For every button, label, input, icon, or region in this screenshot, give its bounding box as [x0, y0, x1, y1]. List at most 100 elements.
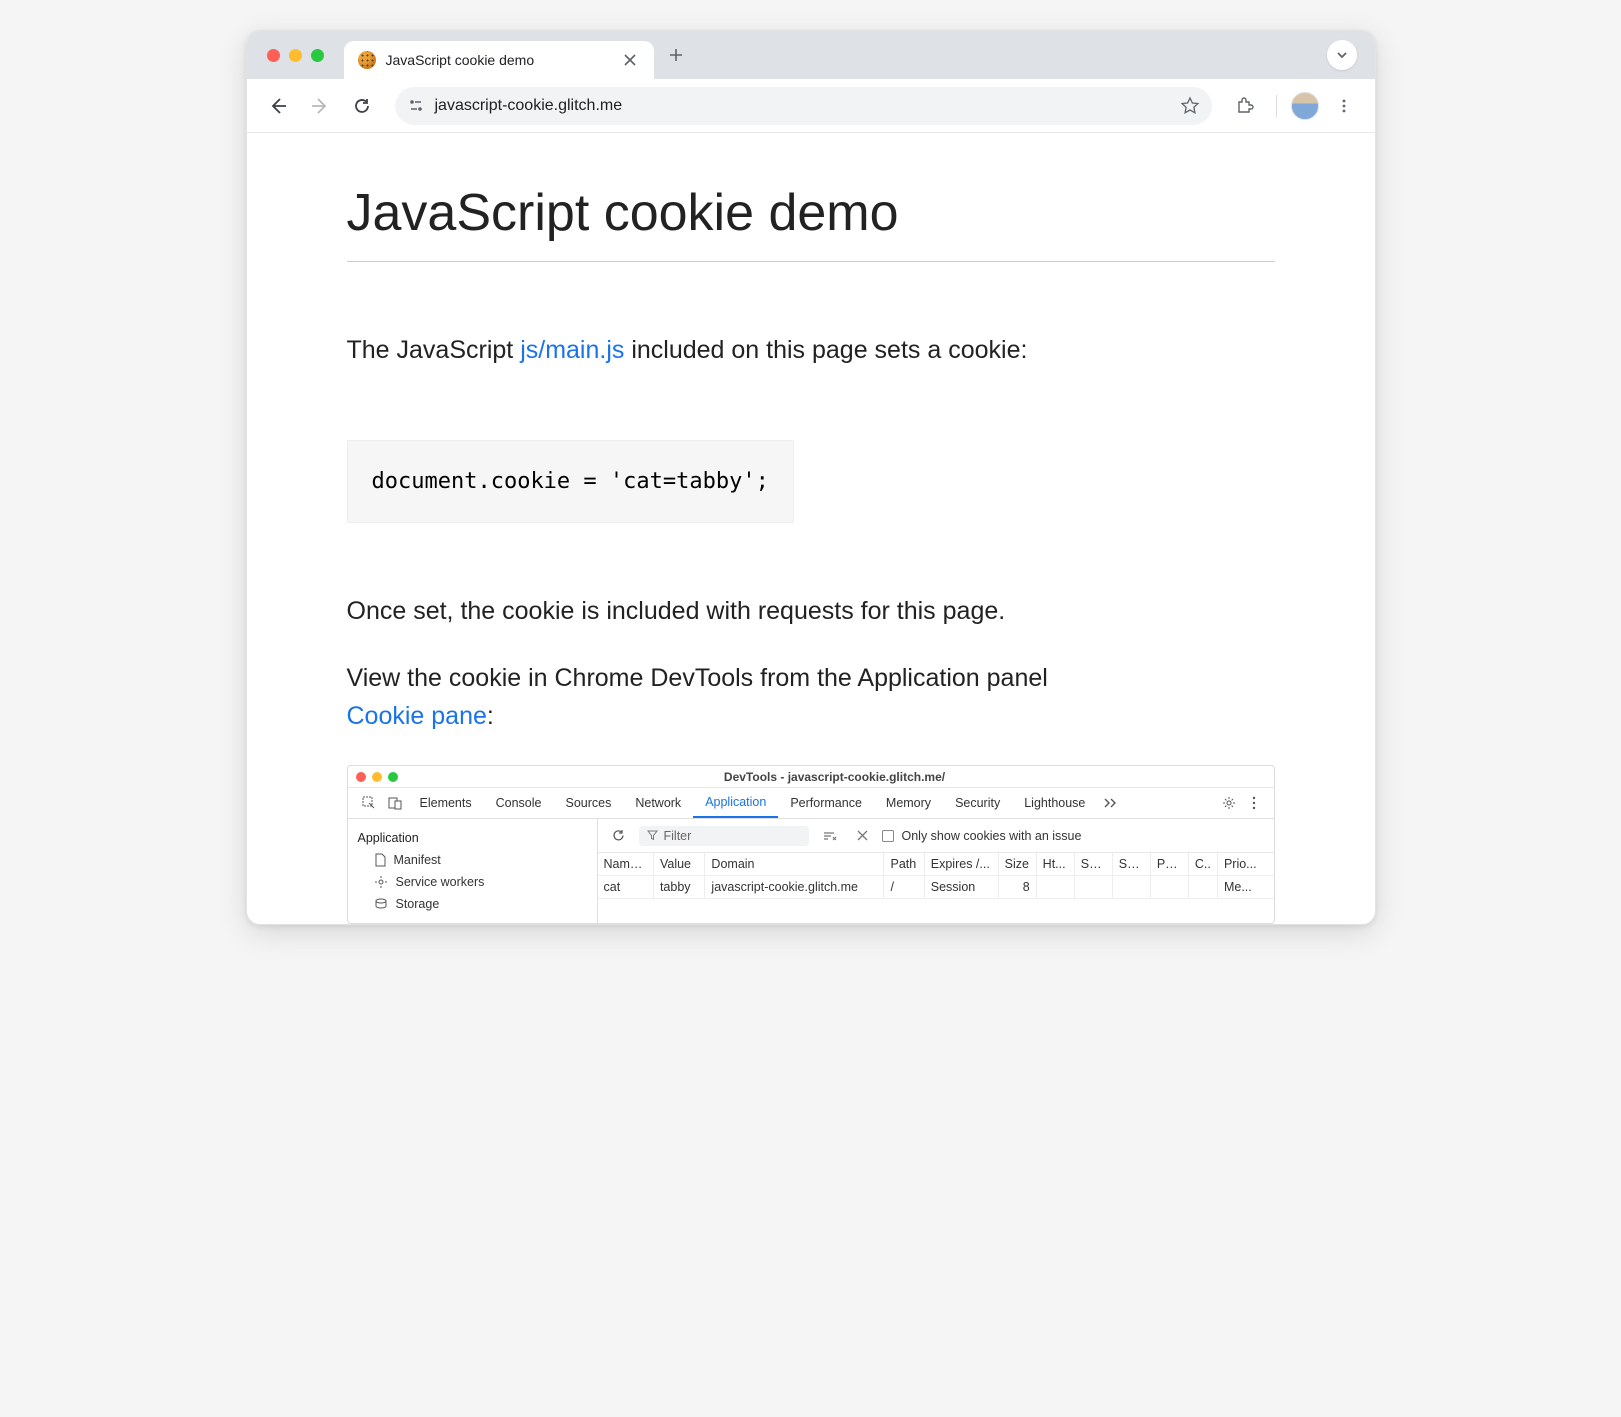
code-block: document.cookie = 'cat=tabby'; [347, 440, 794, 523]
col-value[interactable]: Value [653, 853, 704, 876]
sidebar-heading: Application [348, 827, 597, 849]
devtools-close-dot[interactable] [356, 772, 366, 782]
dots-vertical-icon [1336, 98, 1352, 114]
devtools-body: Application Manifest Service workers Sto… [348, 819, 1274, 923]
filter-placeholder: Filter [664, 829, 692, 843]
only-issues-label: Only show cookies with an issue [902, 829, 1082, 843]
gear-icon [374, 875, 388, 889]
tab-elements[interactable]: Elements [408, 789, 484, 817]
tab-network[interactable]: Network [623, 789, 693, 817]
paragraph-3: View the cookie in Chrome DevTools from … [347, 660, 1275, 735]
col-secure[interactable]: Se... [1074, 853, 1112, 876]
inspect-icon[interactable] [356, 790, 382, 816]
tab-security[interactable]: Security [943, 789, 1012, 817]
col-httponly[interactable]: Ht... [1036, 853, 1074, 876]
para3-pre: View the cookie in Chrome DevTools from … [347, 664, 1048, 692]
cell-value: tabby [653, 876, 704, 899]
tab-memory[interactable]: Memory [874, 789, 943, 817]
col-domain[interactable]: Domain [705, 853, 884, 876]
browser-window: JavaScript cookie demo javascript-cookie… [246, 30, 1376, 925]
back-button[interactable] [261, 89, 295, 123]
url-text: javascript-cookie.glitch.me [435, 97, 1170, 115]
toolbar-divider [1276, 95, 1277, 117]
cookies-table-head: Name▲ Value Domain Path Expires /... Siz… [598, 853, 1274, 876]
cookie-pane-link[interactable]: Cookie pane [347, 702, 487, 730]
col-expires[interactable]: Expires /... [924, 853, 998, 876]
tab-console[interactable]: Console [484, 789, 554, 817]
new-tab-button[interactable] [654, 47, 698, 63]
intro-text-pre: The JavaScript [347, 336, 521, 364]
cell-domain: javascript-cookie.glitch.me [705, 876, 884, 899]
col-samesite[interactable]: Sa... [1112, 853, 1150, 876]
browser-tab[interactable]: JavaScript cookie demo [344, 41, 654, 79]
cell-priority: Me... [1217, 876, 1273, 899]
devtools-min-dot[interactable] [372, 772, 382, 782]
col-partition[interactable]: Pa... [1150, 853, 1188, 876]
devtools-titlebar: DevTools - javascript-cookie.glitch.me/ [348, 766, 1274, 788]
arrow-right-icon [310, 96, 330, 116]
cell-partition [1150, 876, 1188, 899]
tab-application[interactable]: Application [693, 788, 778, 818]
col-size[interactable]: Size [998, 853, 1036, 876]
bookmark-button[interactable] [1180, 96, 1200, 116]
cookie-row[interactable]: cat tabby javascript-cookie.glitch.me / … [598, 876, 1274, 899]
arrow-left-icon [268, 96, 288, 116]
devtools-title: DevTools - javascript-cookie.glitch.me/ [404, 770, 1266, 784]
devtools-sidebar: Application Manifest Service workers Sto… [348, 819, 598, 923]
intro-text-post: included on this page sets a cookie: [624, 336, 1027, 364]
cell-samesite [1112, 876, 1150, 899]
reload-button[interactable] [345, 89, 379, 123]
profile-avatar[interactable] [1291, 92, 1319, 120]
page-heading: JavaScript cookie demo [347, 183, 1275, 262]
extensions-button[interactable] [1228, 89, 1262, 123]
maximize-window-button[interactable] [311, 49, 324, 62]
col-priority[interactable]: Prio... [1217, 853, 1273, 876]
devtools-menu-icon[interactable] [1242, 790, 1266, 816]
clear-filter-icon[interactable] [817, 824, 843, 848]
paragraph-2: Once set, the cookie is included with re… [347, 593, 1275, 631]
forward-button[interactable] [303, 89, 337, 123]
sidebar-item-storage[interactable]: Storage [348, 893, 597, 915]
tab-close-button[interactable] [620, 52, 640, 68]
address-bar[interactable]: javascript-cookie.glitch.me [395, 87, 1212, 125]
tab-favicon-cookie-icon [358, 51, 376, 69]
tab-performance[interactable]: Performance [778, 789, 874, 817]
tab-sources[interactable]: Sources [553, 789, 623, 817]
storage-icon [374, 898, 388, 910]
intro-paragraph: The JavaScript js/main.js included on th… [347, 332, 1275, 370]
mainjs-link[interactable]: js/main.js [520, 336, 624, 364]
page-content: JavaScript cookie demo The JavaScript js… [247, 133, 1375, 924]
site-settings-icon[interactable] [407, 97, 425, 115]
cookie-filter-input[interactable]: Filter [639, 826, 809, 846]
clear-all-icon[interactable] [851, 824, 874, 847]
devtools-max-dot[interactable] [388, 772, 398, 782]
para3-post: : [487, 702, 494, 730]
minimize-window-button[interactable] [289, 49, 302, 62]
refresh-cookies-button[interactable] [606, 823, 631, 848]
only-issues-checkbox[interactable]: Only show cookies with an issue [882, 829, 1082, 843]
col-name[interactable]: Name▲ [598, 853, 654, 876]
col-cross[interactable]: C.. [1188, 853, 1217, 876]
cell-expires: Session [924, 876, 998, 899]
col-path[interactable]: Path [884, 853, 924, 876]
tabs-dropdown-button[interactable] [1327, 40, 1357, 70]
tab-title: JavaScript cookie demo [386, 52, 610, 68]
cookies-table: Name▲ Value Domain Path Expires /... Siz… [598, 853, 1274, 899]
cell-name: cat [598, 876, 654, 899]
star-icon [1180, 96, 1200, 116]
devtools-tabs: Elements Console Sources Network Applica… [348, 788, 1274, 819]
chrome-menu-button[interactable] [1327, 89, 1361, 123]
cell-cross [1188, 876, 1217, 899]
close-window-button[interactable] [267, 49, 280, 62]
cell-size: 8 [998, 876, 1036, 899]
sidebar-item-service-workers[interactable]: Service workers [348, 871, 597, 893]
devtools-settings-icon[interactable] [1216, 790, 1242, 816]
reload-icon [353, 97, 371, 115]
more-tabs-icon[interactable] [1097, 791, 1125, 815]
chevron-down-icon [1335, 48, 1349, 62]
sidebar-item-manifest[interactable]: Manifest [348, 849, 597, 871]
tab-strip: JavaScript cookie demo [247, 31, 1375, 79]
device-toggle-icon[interactable] [382, 790, 408, 816]
tab-lighthouse[interactable]: Lighthouse [1012, 789, 1097, 817]
filter-icon [647, 830, 658, 841]
